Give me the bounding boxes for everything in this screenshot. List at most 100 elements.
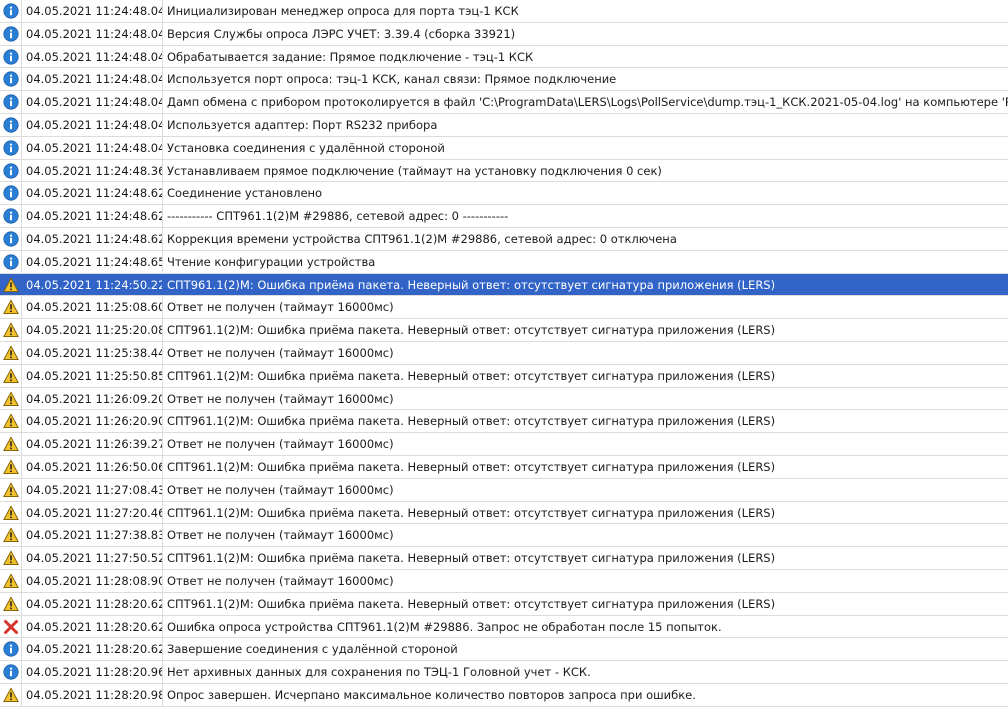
info-icon — [0, 45, 22, 68]
log-message: Ответ не получен (таймаут 16000мс) — [167, 573, 394, 588]
info-icon — [0, 136, 22, 159]
log-row[interactable]: 04.05.2021 11:26:39.276 Ответ не получен … — [0, 433, 1008, 456]
log-row[interactable]: 04.05.2021 11:24:48.362 Устанавливаем пря… — [0, 159, 1008, 183]
warning-icon — [0, 296, 22, 319]
log-timestamp: 04.05.2021 11:24:48.040 — [22, 68, 163, 91]
log-row[interactable]: 04.05.2021 11:26:09.209 Ответ не получен … — [0, 387, 1008, 411]
log-row[interactable]: 04.05.2021 11:24:48.040 Обрабатывается за… — [0, 45, 1008, 69]
log-row[interactable]: 04.05.2021 11:24:48.040 Используется адап… — [0, 113, 1008, 137]
log-row[interactable]: 04.05.2021 11:25:20.081 СПТ961.1(2)М: Оши… — [0, 319, 1008, 342]
warning-icon — [0, 319, 22, 341]
log-row[interactable]: 04.05.2021 11:28:20.622 Завершение соедин… — [0, 638, 1008, 662]
log-row[interactable]: 04.05.2021 11:27:08.434 Ответ не получен … — [0, 478, 1008, 502]
log-message: Версия Службы опроса ЛЭРС УЧЕТ: 3.39.4 (… — [167, 26, 516, 41]
log-timestamp: 04.05.2021 11:28:20.621 — [22, 615, 163, 638]
log-row[interactable]: 04.05.2021 11:26:20.901 СПТ961.1(2)М: Оши… — [0, 410, 1008, 434]
log-timestamp: 04.05.2021 11:24:48.654 — [22, 250, 163, 273]
log-message: ----------- СПТ961.1(2)М #29886, сетевой… — [167, 209, 509, 224]
log-row[interactable]: 04.05.2021 11:27:50.524 СПТ961.1(2)М: Оши… — [0, 547, 1008, 570]
log-timestamp: 04.05.2021 11:27:20.462 — [22, 501, 163, 524]
log-message: Соединение установлено — [167, 186, 323, 201]
log-timestamp: 04.05.2021 11:26:39.276 — [22, 433, 163, 455]
log-timestamp: 04.05.2021 11:24:48.040 — [22, 91, 163, 113]
log-row[interactable]: 04.05.2021 11:27:38.837 Ответ не получен … — [0, 524, 1008, 548]
log-timestamp: 04.05.2021 11:24:48.362 — [22, 159, 163, 182]
log-message: Завершение соединения с удалённой сторон… — [167, 642, 458, 657]
log-timestamp: 04.05.2021 11:24:48.628 — [22, 182, 163, 205]
warning-icon — [0, 273, 22, 296]
log-row[interactable]: 04.05.2021 11:28:20.621 Ошибка опроса уст… — [0, 615, 1008, 639]
info-icon — [0, 0, 22, 22]
log-timestamp: 04.05.2021 11:27:50.524 — [22, 547, 163, 569]
log-timestamp: 04.05.2021 11:26:50.069 — [22, 455, 163, 478]
log-row[interactable]: 04.05.2021 11:24:48.040 Версия Службы опр… — [0, 22, 1008, 46]
log-message: Обрабатывается задание: Прямое подключен… — [167, 49, 534, 64]
log-message: Опрос завершен. Исчерпано максимальное к… — [167, 687, 696, 702]
log-row[interactable]: 04.05.2021 11:24:48.041 Установка соедине… — [0, 136, 1008, 160]
log-row[interactable]: 04.05.2021 11:26:50.069 СПТ961.1(2)М: Оши… — [0, 455, 1008, 479]
log-row[interactable]: 04.05.2021 11:28:20.965 Нет архивных данн… — [0, 661, 1008, 684]
log-message: Ответ не получен (таймаут 16000мс) — [167, 528, 394, 543]
info-icon — [0, 68, 22, 91]
log-timestamp: 04.05.2021 11:24:48.040 — [22, 45, 163, 68]
log-message: Коррекция времени устройства СПТ961.1(2)… — [167, 231, 677, 246]
log-row[interactable]: 04.05.2021 11:28:20.985 Опрос завершен. И… — [0, 683, 1008, 707]
log-message: Используется адаптер: Порт RS232 прибора — [167, 117, 438, 132]
log-timestamp: 04.05.2021 11:28:08.903 — [22, 569, 163, 592]
warning-icon — [0, 501, 22, 524]
log-message: Ответ не получен (таймаут 16000мс) — [167, 391, 394, 406]
log-message: СПТ961.1(2)М: Ошибка приёма пакета. Неве… — [167, 551, 776, 566]
info-icon — [0, 22, 22, 45]
log-row[interactable]: 04.05.2021 11:25:38.446 Ответ не получен … — [0, 341, 1008, 365]
log-message: СПТ961.1(2)М: Ошибка приёма пакета. Неве… — [167, 414, 776, 429]
warning-icon — [0, 387, 22, 410]
log-message: Нет архивных данных для сохранения по ТЭ… — [167, 665, 591, 680]
log-message: Дамп обмена с прибором протоколируется в… — [167, 95, 1008, 110]
warning-icon — [0, 364, 22, 387]
log-timestamp: 04.05.2021 11:28:20.620 — [22, 592, 163, 615]
log-row[interactable]: 04.05.2021 11:24:48.040 Дамп обмена с при… — [0, 91, 1008, 114]
log-message: СПТ961.1(2)М: Ошибка приёма пакета. Неве… — [167, 459, 776, 474]
log-row[interactable]: 04.05.2021 11:25:50.852 СПТ961.1(2)М: Оши… — [0, 364, 1008, 388]
log-row[interactable]: 04.05.2021 11:24:48.628 Соединение устано… — [0, 182, 1008, 206]
warning-icon — [0, 569, 22, 592]
log-row[interactable]: 04.05.2021 11:28:08.903 Ответ не получен … — [0, 569, 1008, 593]
log-timestamp: 04.05.2021 11:25:20.081 — [22, 319, 163, 341]
log-timestamp: 04.05.2021 11:27:38.837 — [22, 524, 163, 547]
log-timestamp: 04.05.2021 11:28:20.622 — [22, 638, 163, 661]
log-timestamp: 04.05.2021 11:24:48.628 — [22, 227, 163, 250]
log-row[interactable]: 04.05.2021 11:24:48.628 ----------- СПТ96… — [0, 205, 1008, 228]
log-message: СПТ961.1(2)М: Ошибка приёма пакета. Неве… — [167, 277, 776, 292]
warning-icon — [0, 341, 22, 364]
log-timestamp: 04.05.2021 11:25:38.446 — [22, 341, 163, 364]
warning-icon — [0, 433, 22, 455]
log-row[interactable]: 04.05.2021 11:27:20.462 СПТ961.1(2)М: Оши… — [0, 501, 1008, 525]
error-icon — [0, 615, 22, 638]
log-row[interactable]: 04.05.2021 11:24:50.223 СПТ961.1(2)М: Оши… — [0, 273, 1008, 297]
log-row[interactable]: 04.05.2021 11:24:48.040 Используется порт… — [0, 68, 1008, 92]
log-timestamp: 04.05.2021 11:24:48.040 — [22, 22, 163, 45]
warning-icon — [0, 547, 22, 569]
log-row[interactable]: 04.05.2021 11:24:48.654 Чтение конфигурац… — [0, 250, 1008, 274]
log-timestamp: 04.05.2021 11:26:20.901 — [22, 410, 163, 433]
warning-icon — [0, 455, 22, 478]
warning-icon — [0, 683, 22, 706]
log-message: Ответ не получен (таймаут 16000мс) — [167, 345, 394, 360]
log-message: СПТ961.1(2)М: Ошибка приёма пакета. Неве… — [167, 505, 776, 520]
log-row[interactable]: 04.05.2021 11:25:08.604 Ответ не получен … — [0, 296, 1008, 320]
log-message: Инициализирован менеджер опроса для порт… — [167, 4, 519, 18]
log-row[interactable]: 04.05.2021 11:24:48.040 Инициализирован м… — [0, 0, 1008, 23]
warning-icon — [0, 592, 22, 615]
warning-icon — [0, 478, 22, 501]
log-row[interactable]: 04.05.2021 11:28:20.620 СПТ961.1(2)М: Оши… — [0, 592, 1008, 616]
log-message: Ошибка опроса устройства СПТ961.1(2)М #2… — [167, 619, 722, 634]
info-icon — [0, 205, 22, 227]
log-message: Установка соединения с удалённой стороно… — [167, 140, 445, 155]
log-message: СПТ961.1(2)М: Ошибка приёма пакета. Неве… — [167, 596, 776, 611]
log-list: 04.05.2021 11:24:48.040 Инициализирован м… — [0, 0, 1008, 707]
log-row[interactable]: 04.05.2021 11:24:48.628 Коррекция времени… — [0, 227, 1008, 251]
log-timestamp: 04.05.2021 11:24:48.628 — [22, 205, 163, 227]
log-timestamp: 04.05.2021 11:25:08.604 — [22, 296, 163, 319]
info-icon — [0, 227, 22, 250]
log-timestamp: 04.05.2021 11:28:20.985 — [22, 683, 163, 706]
